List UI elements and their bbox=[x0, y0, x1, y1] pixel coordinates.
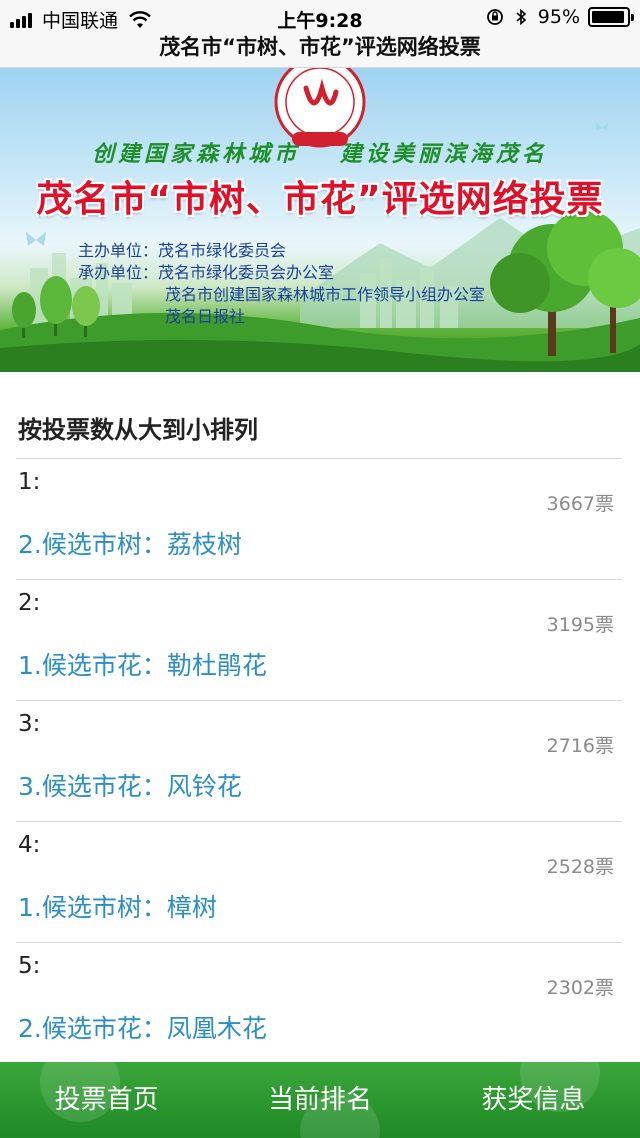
battery-icon bbox=[588, 7, 634, 27]
list-item[interactable]: 4: 2528票 1.候选市树：樟树 bbox=[16, 821, 622, 942]
candidate-link[interactable]: 2.候选市花：凤凰木花 bbox=[18, 1009, 267, 1045]
bottom-tab-bar: 投票首页 当前排名 获奖信息 bbox=[0, 1062, 640, 1138]
vote-count: 3195票 bbox=[546, 614, 614, 636]
slogan-right: 建设美丽滨海茂名 bbox=[339, 141, 548, 167]
nav-bar: 茂名市“市树、市花”评选网络投票 bbox=[0, 36, 640, 68]
rank-number: 5: bbox=[18, 953, 41, 979]
status-bar: 中国联通 上午9:28 95% bbox=[0, 0, 640, 36]
banner-title: 茂名市“市树、市花”评选网络投票 bbox=[36, 179, 604, 220]
org-undertake-3: 茂名日报社 bbox=[165, 307, 246, 326]
orientation-lock-icon bbox=[486, 9, 503, 25]
ranking-list: 1: 3667票 2.候选市树：荔枝树 2: 3195票 1.候选市花：勒杜鹃花… bbox=[16, 458, 622, 1063]
vote-count: 2716票 bbox=[546, 735, 614, 757]
banner: 创建国家森林城市 建设美丽滨海茂名 茂名市“市树、市花”评选网络投票 主办单位：… bbox=[0, 68, 640, 372]
bluetooth-icon bbox=[516, 8, 526, 26]
list-item[interactable]: 2: 3195票 1.候选市花：勒杜鹃花 bbox=[16, 579, 622, 700]
rank-number: 1: bbox=[18, 469, 41, 495]
rank-number: 4: bbox=[18, 832, 41, 858]
tab-vote-home[interactable]: 投票首页 bbox=[0, 1062, 213, 1138]
candidate-link[interactable]: 2.候选市树：荔枝树 bbox=[18, 525, 242, 561]
candidate-link[interactable]: 3.候选市花：风铃花 bbox=[18, 767, 242, 803]
vote-count: 2528票 bbox=[546, 856, 614, 878]
page-title: 茂名市“市树、市花”评选网络投票 bbox=[159, 35, 481, 59]
list-item[interactable]: 3: 2716票 3.候选市花：风铃花 bbox=[16, 700, 622, 821]
tab-current-ranking[interactable]: 当前排名 bbox=[213, 1062, 426, 1138]
candidate-link[interactable]: 1.候选市花：勒杜鹃花 bbox=[18, 646, 267, 682]
org-undertake: 承办单位：茂名市绿化委员会办公室 bbox=[78, 263, 335, 282]
slogan-left: 创建国家森林城市 bbox=[92, 141, 301, 167]
org-host: 主办单位：茂名市绿化委员会 bbox=[78, 241, 287, 260]
list-item[interactable]: 1: 3667票 2.候选市树：荔枝树 bbox=[16, 458, 622, 579]
banner-slogan: 创建国家森林城市 建设美丽滨海茂名 bbox=[0, 136, 640, 168]
list-item[interactable]: 5: 2302票 2.候选市花：凤凰木花 bbox=[16, 942, 622, 1063]
rank-number: 2: bbox=[18, 590, 41, 616]
org-undertake-2: 茂名市创建国家森林城市工作领导小组办公室 bbox=[165, 285, 486, 304]
rank-number: 3: bbox=[18, 711, 41, 737]
vote-count: 2302票 bbox=[546, 977, 614, 999]
candidate-link[interactable]: 1.候选市树：樟树 bbox=[18, 888, 217, 924]
ranking-title: 按投票数从大到小排列 bbox=[18, 416, 258, 444]
battery-percent: 95% bbox=[537, 6, 580, 28]
vote-count: 3667票 bbox=[546, 493, 614, 515]
tab-award-info[interactable]: 获奖信息 bbox=[427, 1062, 640, 1138]
